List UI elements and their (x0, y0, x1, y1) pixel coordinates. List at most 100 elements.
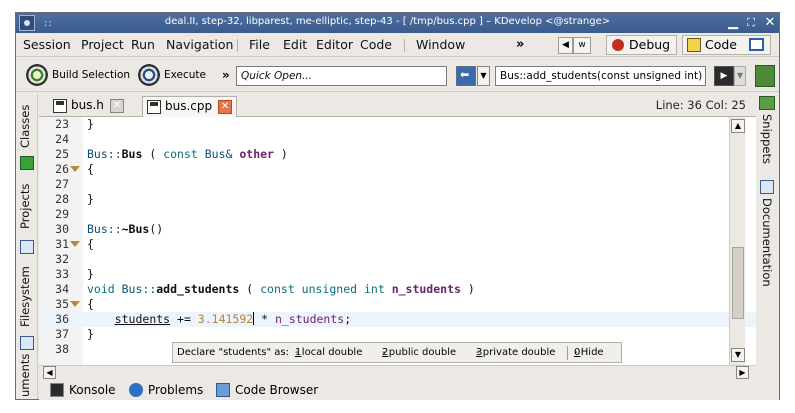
minimize-icon[interactable]: ▁ (724, 14, 742, 32)
code-line[interactable]: 33} (39, 267, 756, 282)
debug-area-label: Debug (629, 37, 671, 52)
code-editor[interactable]: 23} 24 25 Bus::Bus ( const Bus& other ) 26{2… (39, 117, 756, 365)
menu-window[interactable]: Window (416, 37, 465, 52)
code-line[interactable]: 30 Bus::~Bus() (39, 222, 756, 237)
code-area-button[interactable]: Code (682, 35, 771, 55)
documents-tool-tab[interactable]: uments (18, 354, 36, 397)
vertical-scroll-thumb[interactable] (732, 247, 744, 319)
code-token: * (254, 312, 275, 326)
maximize-icon[interactable]: ⛶ (742, 14, 760, 32)
menu-editor[interactable]: Editor (316, 37, 353, 52)
close-window-icon[interactable]: ✕ (761, 14, 779, 32)
line-number: 32 (55, 252, 69, 266)
code-token: const (163, 147, 198, 161)
debug-area-button[interactable]: Debug (606, 35, 678, 55)
code-text: { (87, 297, 94, 312)
floppy-file-icon (53, 99, 67, 113)
outline-dropdown-icon[interactable]: ▼ (734, 66, 746, 86)
toolbar-overflow-chevron-icon[interactable]: » (222, 68, 230, 82)
window-grip-icon[interactable]: :: (44, 18, 53, 29)
menu-edit[interactable]: Edit (283, 37, 307, 52)
code-line[interactable]: 36 students += 3.141592 * n_students; (39, 312, 756, 327)
context-browser-field[interactable]: Bus::add_students(const unsigned int) (495, 66, 706, 86)
code-text: } (87, 267, 94, 282)
line-number: 31 (55, 237, 69, 251)
fold-marker-icon[interactable] (70, 166, 80, 172)
tab-bus-h[interactable]: bus.h ✕ (49, 96, 128, 117)
build-selection-label: Build Selection (52, 69, 131, 81)
document-tab-bar: bus.h ✕ bus.cpp ✕ Line: 36 Col: 25 (39, 94, 756, 117)
code-line[interactable]: 35 { (39, 297, 756, 312)
outline-icon[interactable]: ▶ (714, 66, 734, 86)
menu-file[interactable]: File (249, 37, 270, 52)
classes-icon[interactable] (20, 156, 34, 170)
code-line[interactable]: 28} (39, 192, 756, 207)
close-tab-icon[interactable]: ✕ (109, 99, 124, 113)
code-token: n_students (391, 282, 461, 296)
code-line[interactable]: 24 (39, 132, 756, 147)
code-line[interactable]: 32 (39, 252, 756, 267)
konsole-tool-button[interactable]: Konsole (49, 381, 116, 399)
line-number: 27 (55, 177, 69, 191)
projects-icon[interactable] (20, 240, 34, 254)
menu-session[interactable]: Session (23, 37, 71, 52)
fold-marker-icon[interactable] (70, 241, 80, 247)
menu-navigation[interactable]: Navigation (166, 37, 233, 52)
code-line[interactable]: 34 void Bus::add_students ( const unsigne… (39, 282, 756, 297)
kdevelop-mascot-icon[interactable] (755, 65, 775, 87)
code-line[interactable]: 23} (39, 117, 756, 132)
main-toolbar: Build Selection Execute » Quick Open... … (16, 58, 779, 92)
area-forward-arrow-icon[interactable]: w (573, 37, 591, 54)
documentation-tool-tab[interactable]: Documentation (760, 198, 774, 287)
scroll-down-arrow-icon[interactable]: ▼ (731, 348, 745, 362)
menu-code[interactable]: Code (360, 37, 392, 52)
code-text: Bus::~Bus() (87, 222, 163, 237)
code-line[interactable]: 37} (39, 327, 756, 342)
menu-overflow-chevron-icon[interactable]: » (516, 37, 524, 52)
filesystem-tool-tab[interactable]: Filesystem (18, 262, 36, 332)
title-bar[interactable]: :: deal.II, step-32, libparest, me-ellip… (16, 13, 779, 33)
tab-label: bus.cpp (165, 99, 213, 113)
code-token: Bus& (197, 147, 240, 161)
menu-project[interactable]: Project (81, 37, 124, 52)
problems-label: Problems (148, 383, 204, 397)
code-text: } (87, 117, 94, 132)
area-back-arrow-icon[interactable]: ◀ (558, 37, 573, 54)
navigate-back-icon[interactable] (456, 66, 476, 86)
documentation-icon[interactable] (760, 180, 774, 194)
problems-tool-button[interactable]: Problems (128, 381, 203, 399)
close-tab-icon[interactable]: ✕ (218, 100, 233, 114)
build-selection-button[interactable]: Build Selection (24, 64, 130, 86)
projects-tool-tab[interactable]: Projects (18, 176, 36, 236)
code-line[interactable]: 29 (39, 207, 756, 222)
snippets-icon[interactable] (759, 96, 775, 110)
filesystem-icon[interactable] (20, 336, 34, 350)
assistant-separator (567, 346, 568, 360)
vertical-scrollbar[interactable]: ▲ ▼ (729, 117, 745, 365)
code-token: { (87, 297, 94, 311)
code-line[interactable]: 25 Bus::Bus ( const Bus& other ) (39, 147, 756, 162)
navigate-history-dropdown-icon[interactable]: ▼ (477, 66, 490, 86)
code-line[interactable]: 26 { (39, 162, 756, 177)
line-number: 38 (55, 342, 69, 356)
fold-marker-icon[interactable] (70, 301, 80, 307)
horizontal-scrollbar[interactable]: ◀ ▶ (39, 365, 756, 379)
snippets-tool-tab[interactable]: Snippets (760, 114, 774, 164)
tab-bus-cpp[interactable]: bus.cpp ✕ (142, 96, 238, 117)
code-token: } (87, 117, 94, 131)
code-text: } (87, 192, 94, 207)
code-line[interactable]: 31 { (39, 237, 756, 252)
classes-tool-tab[interactable]: Classes (18, 98, 36, 154)
code-browser-label: Code Browser (235, 383, 319, 397)
scroll-right-arrow-icon[interactable]: ▶ (736, 366, 749, 379)
quick-open-input[interactable]: Quick Open... (236, 66, 447, 86)
execute-button[interactable]: Execute (136, 64, 206, 86)
code-line[interactable]: 27 (39, 177, 756, 192)
scroll-left-arrow-icon[interactable]: ◀ (43, 366, 56, 379)
code-token: ; (344, 312, 352, 326)
code-token: 3.141592 (197, 312, 254, 326)
scroll-up-arrow-icon[interactable]: ▲ (731, 119, 745, 133)
code-browser-tool-button[interactable]: Code Browser (215, 381, 318, 399)
menu-run[interactable]: Run (131, 37, 155, 52)
kdevelop-app-icon[interactable] (19, 15, 35, 31)
